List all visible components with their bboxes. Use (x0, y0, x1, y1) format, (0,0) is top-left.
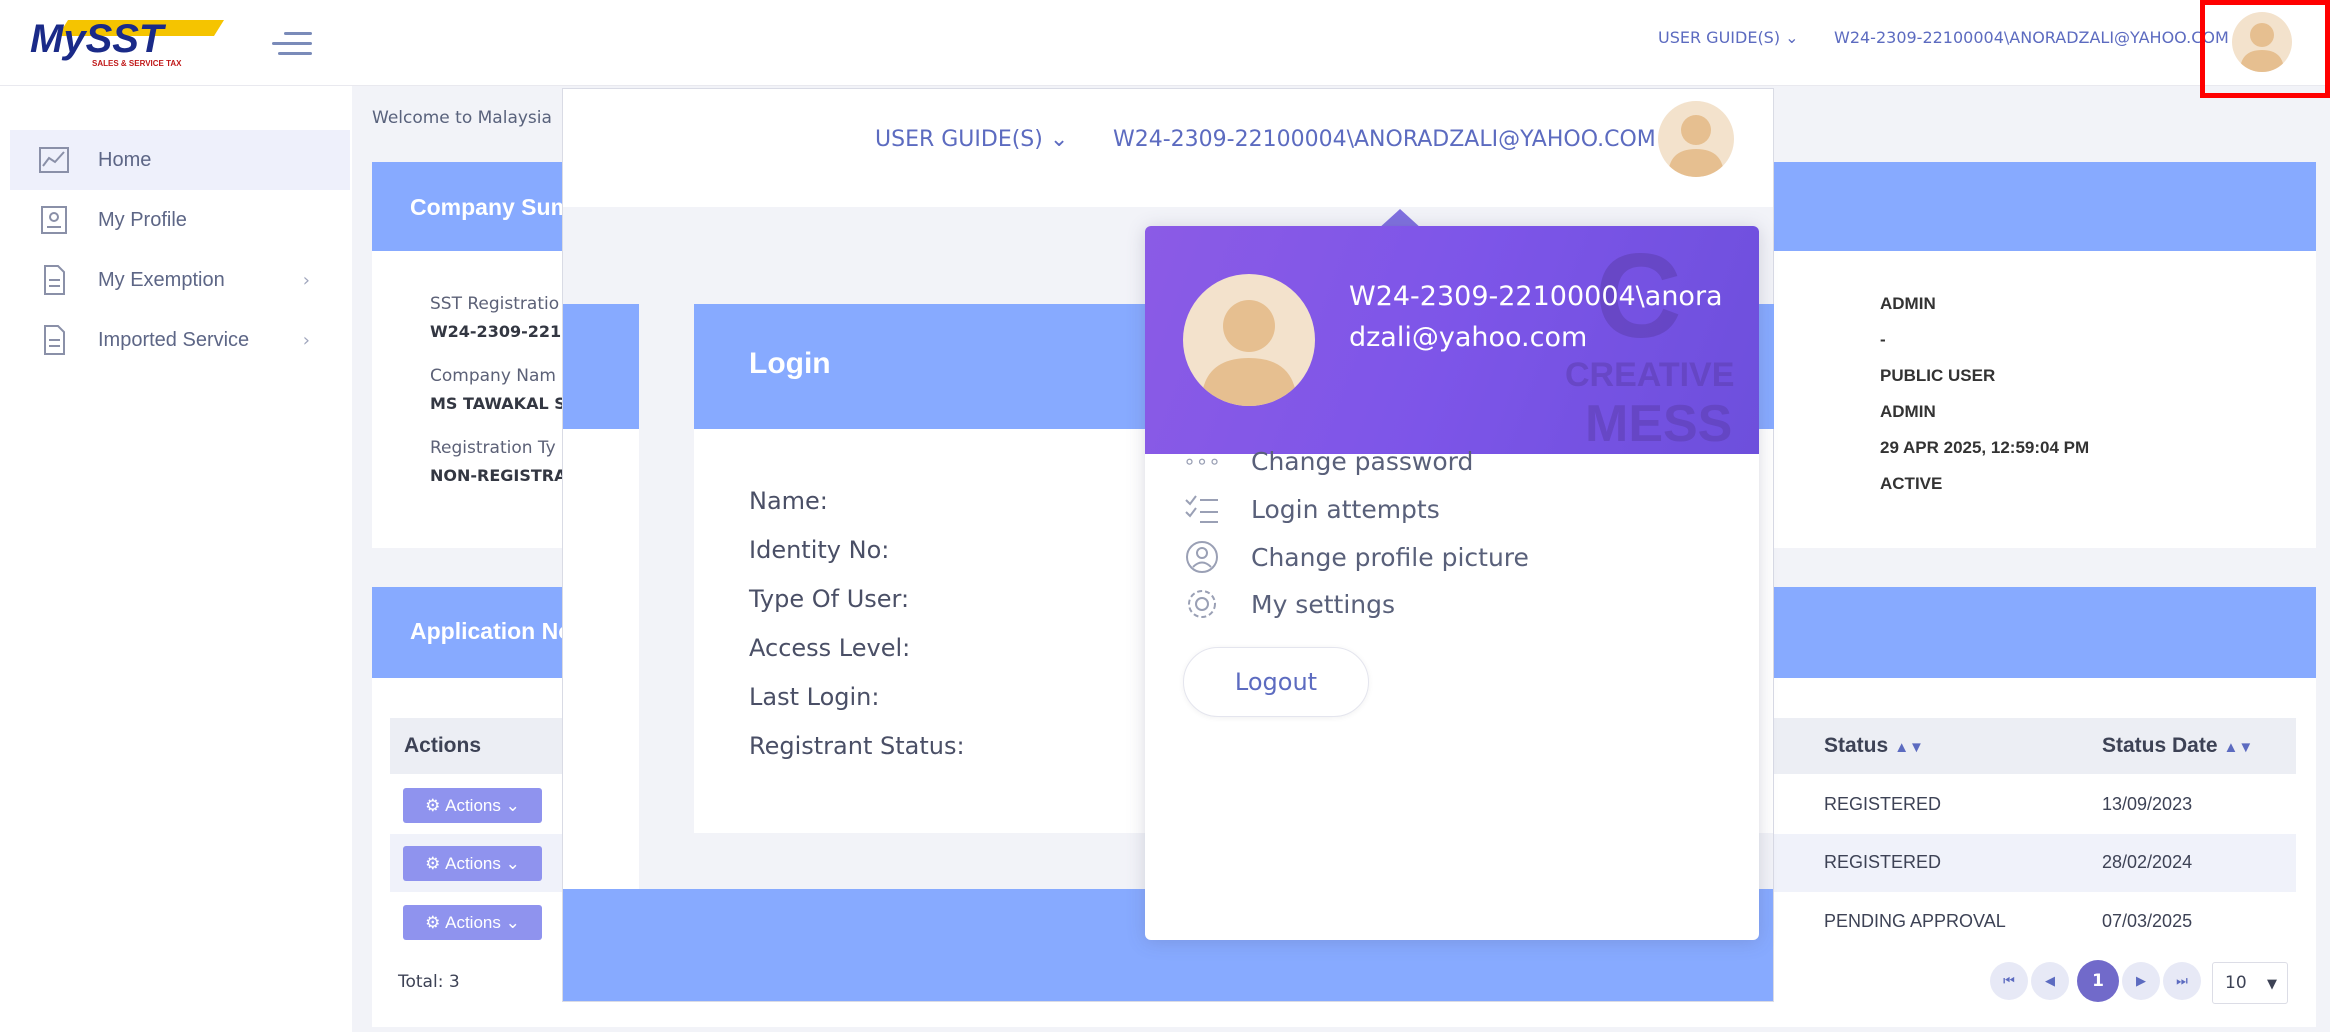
chevron-down-icon: ⌄ (505, 912, 520, 932)
column-status[interactable]: Status ▲▼ (1824, 734, 1924, 758)
login-field-label: Access Level: (749, 634, 911, 662)
sidebar-item-my-exemption[interactable]: My Exemption › (10, 250, 350, 310)
status-date-cell: 07/03/2025 (2102, 911, 2193, 931)
chevron-down-icon: ⌄ (1049, 127, 1069, 152)
sidebar-item-label: My Profile (98, 208, 187, 231)
summary-value: ADMIN (1880, 402, 1936, 421)
checklist-icon (1185, 495, 1218, 523)
company-name-value: MS TAWAKAL S (430, 394, 566, 413)
user-dropdown: C CREATIVE MESS W24-2309-22100004\anorad… (1145, 226, 1759, 940)
sst-registration-value: W24-2309-221 (430, 322, 562, 341)
sidebar-item-imported-service[interactable]: Imported Service › (10, 310, 350, 370)
login-field-label: Type Of User: (749, 585, 910, 613)
gear-icon: ⚙ (425, 912, 441, 932)
logo-subtext: SALES & SERVICE TAX (92, 59, 182, 68)
current-page[interactable]: 1 (2077, 960, 2119, 1002)
actions-button[interactable]: ⚙ Actions ⌄ (403, 905, 542, 940)
dropdown-header: C CREATIVE MESS W24-2309-22100004\anorad… (1145, 226, 1759, 454)
dots-icon: ∘∘∘ (1183, 449, 1221, 473)
gear-icon (1188, 590, 1216, 618)
chevron-down-icon: ⌄ (1785, 28, 1799, 47)
login-field-label: Identity No: (749, 536, 890, 564)
status-cell: REGISTERED (1824, 852, 1942, 872)
registration-type-value: NON-REGISTRA (430, 466, 567, 485)
summary-value: 29 APR 2025, 12:59:04 PM (1880, 438, 2090, 457)
summary-value: PUBLIC USER (1880, 366, 1996, 385)
zoomed-inset: USER GUIDE(S) ⌄ W24-2309-22100004\ANORAD… (563, 89, 1774, 1001)
login-field-label: Registrant Status: (749, 732, 965, 760)
menu-toggle-icon[interactable] (272, 26, 312, 60)
inset-user-label[interactable]: W24-2309-22100004\ANORADZALI@YAHOO.COM (1113, 127, 1656, 152)
company-summary-title: Company Sum (410, 194, 572, 220)
inset-card-left (563, 429, 639, 923)
menu-item-change-password[interactable]: ∘∘∘ Change password (1183, 441, 1473, 481)
menu-item-change-profile-picture[interactable]: Change profile picture (1183, 537, 1529, 577)
sidebar-item-label: Imported Service (98, 328, 250, 351)
total-count: Total: 3 (398, 972, 460, 992)
application-title: Application No (410, 618, 573, 644)
sidebar-item-label: My Exemption (98, 268, 225, 291)
actions-button[interactable]: ⚙ Actions ⌄ (403, 788, 542, 823)
status-cell: REGISTERED (1824, 794, 1942, 814)
caret-down-icon: ▼ (2267, 977, 2277, 992)
sort-icon: ▲▼ (2223, 739, 2254, 756)
inset-avatar[interactable] (1658, 101, 1734, 177)
menu-item-login-attempts[interactable]: Login attempts (1183, 489, 1440, 529)
header-avatar[interactable] (2232, 12, 2292, 72)
first-page-icon[interactable]: ⏮ (1990, 962, 2028, 1000)
next-page-icon[interactable]: ▶ (2122, 962, 2160, 1000)
logo-text: MySST (30, 17, 167, 61)
sidebar-item-my-profile[interactable]: My Profile (10, 190, 350, 250)
inset-card-header-left (563, 304, 639, 429)
top-header: MySST SALES & SERVICE TAX USER GUIDE(S) … (0, 0, 2330, 86)
chart-icon (39, 147, 69, 173)
inset-user-guide-menu[interactable]: USER GUIDE(S) ⌄ (875, 127, 1068, 152)
document-icon (44, 265, 65, 295)
actions-button[interactable]: ⚙ Actions ⌄ (403, 846, 542, 881)
gear-icon: ⚙ (425, 853, 441, 873)
logout-button[interactable]: Logout (1183, 647, 1369, 717)
sidebar-item-home[interactable]: Home (10, 130, 350, 190)
menu-item-my-settings[interactable]: My settings (1183, 584, 1395, 624)
sst-registration-label: SST Registratio (430, 294, 560, 314)
summary-value: ACTIVE (1880, 474, 1943, 493)
login-title: Login (749, 347, 831, 380)
dropdown-user-email: W24-2309-22100004\anoradzali@yahoo.com (1349, 281, 1723, 353)
login-field-label: Last Login: (749, 683, 880, 711)
sidebar: Home My Profile My Exemption › Imported … (0, 86, 352, 1032)
prev-page-icon[interactable]: ◀ (2031, 962, 2069, 1000)
welcome-text: Welcome to Malaysia (372, 108, 552, 128)
mysst-logo[interactable]: MySST SALES & SERVICE TAX (28, 14, 228, 70)
company-name-label: Company Nam (430, 366, 556, 386)
document-icon (44, 325, 65, 355)
column-actions: Actions (404, 734, 482, 757)
page-size-select[interactable]: 10 ▼ (2212, 962, 2288, 1004)
gear-icon: ⚙ (425, 795, 441, 815)
summary-value: - (1880, 330, 1886, 349)
chevron-right-icon: › (302, 329, 310, 351)
status-date-cell: 28/02/2024 (2102, 852, 2193, 872)
registration-type-label: Registration Ty (430, 438, 556, 458)
last-page-icon[interactable]: ⏭ (2163, 962, 2201, 1000)
sidebar-item-label: Home (98, 148, 152, 171)
chevron-right-icon: › (302, 269, 310, 291)
profile-icon (1186, 541, 1218, 573)
profile-card-icon (41, 206, 67, 234)
chevron-down-icon: ⌄ (505, 795, 520, 815)
dropdown-avatar (1183, 274, 1315, 406)
chevron-down-icon: ⌄ (505, 853, 520, 873)
user-guide-menu[interactable]: USER GUIDE(S) ⌄ (1658, 28, 1799, 47)
header-user-label[interactable]: W24-2309-22100004\ANORADZALI@YAHOO.COM (1834, 28, 2229, 47)
column-status-date[interactable]: Status Date ▲▼ (2102, 734, 2253, 758)
login-field-label: Name: (749, 487, 828, 515)
summary-value: ADMIN (1880, 294, 1936, 313)
status-cell: PENDING APPROVAL (1824, 911, 2006, 931)
status-date-cell: 13/09/2023 (2102, 794, 2193, 814)
sort-icon: ▲▼ (1894, 739, 1924, 756)
